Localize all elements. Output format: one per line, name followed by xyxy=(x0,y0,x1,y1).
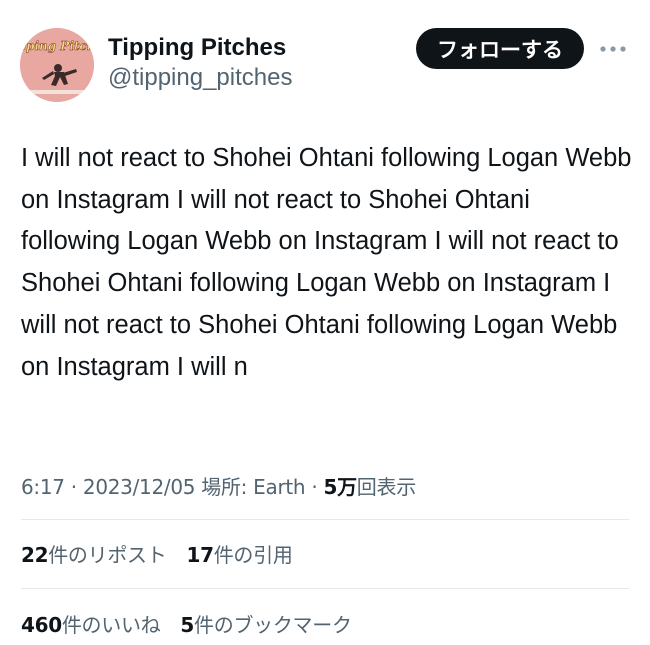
reposts-stat[interactable]: 22件のリポスト xyxy=(21,539,167,568)
tweet: Tipping Pitches Tipping Pitches @tipping… xyxy=(0,0,650,645)
tweet-text: I will not react to Shohei Ohtani follow… xyxy=(21,144,632,381)
reposts-label: 件のリポスト xyxy=(48,543,167,567)
stats-row-likes-bookmarks: 460件のいいね 5件のブックマーク xyxy=(21,609,366,638)
views-label: 回表示 xyxy=(356,475,416,499)
tweet-location: 場所: Earth xyxy=(201,475,306,499)
views-count: 5万 xyxy=(323,475,357,499)
tweet-time[interactable]: 6:17 xyxy=(21,475,65,499)
quotes-count: 17 xyxy=(186,543,215,567)
more-button[interactable] xyxy=(598,36,628,62)
follow-button[interactable]: フォローする xyxy=(416,28,584,69)
meta-separator: · xyxy=(70,475,77,499)
tweet-meta: 6:17 · 2023/12/05 場所: Earth · 5万回表示 xyxy=(21,471,416,500)
avatar-logo-text: Tipping Pitches xyxy=(20,39,94,53)
quotes-label: 件の引用 xyxy=(213,543,293,567)
display-name[interactable]: Tipping Pitches xyxy=(108,34,286,62)
bookmarks-stat[interactable]: 5件のブックマーク xyxy=(180,609,352,638)
user-handle[interactable]: @tipping_pitches xyxy=(108,64,292,92)
divider xyxy=(21,519,629,520)
bookmarks-count: 5 xyxy=(180,613,195,637)
quotes-stat[interactable]: 17件の引用 xyxy=(187,539,293,568)
more-horizontal-icon xyxy=(600,46,626,52)
stats-row-reposts-quotes: 22件のリポスト 17件の引用 xyxy=(21,539,307,568)
reposts-count: 22 xyxy=(21,543,49,567)
likes-label: 件のいいね xyxy=(61,613,161,637)
bookmarks-label: 件のブックマーク xyxy=(194,613,352,637)
likes-count: 460 xyxy=(21,613,62,637)
likes-stat[interactable]: 460件のいいね xyxy=(21,609,161,638)
avatar-image: Tipping Pitches xyxy=(20,28,94,102)
meta-separator: · xyxy=(311,475,318,499)
divider xyxy=(21,588,629,589)
avatar[interactable]: Tipping Pitches xyxy=(20,28,94,102)
tweet-date[interactable]: 2023/12/05 xyxy=(83,475,196,499)
